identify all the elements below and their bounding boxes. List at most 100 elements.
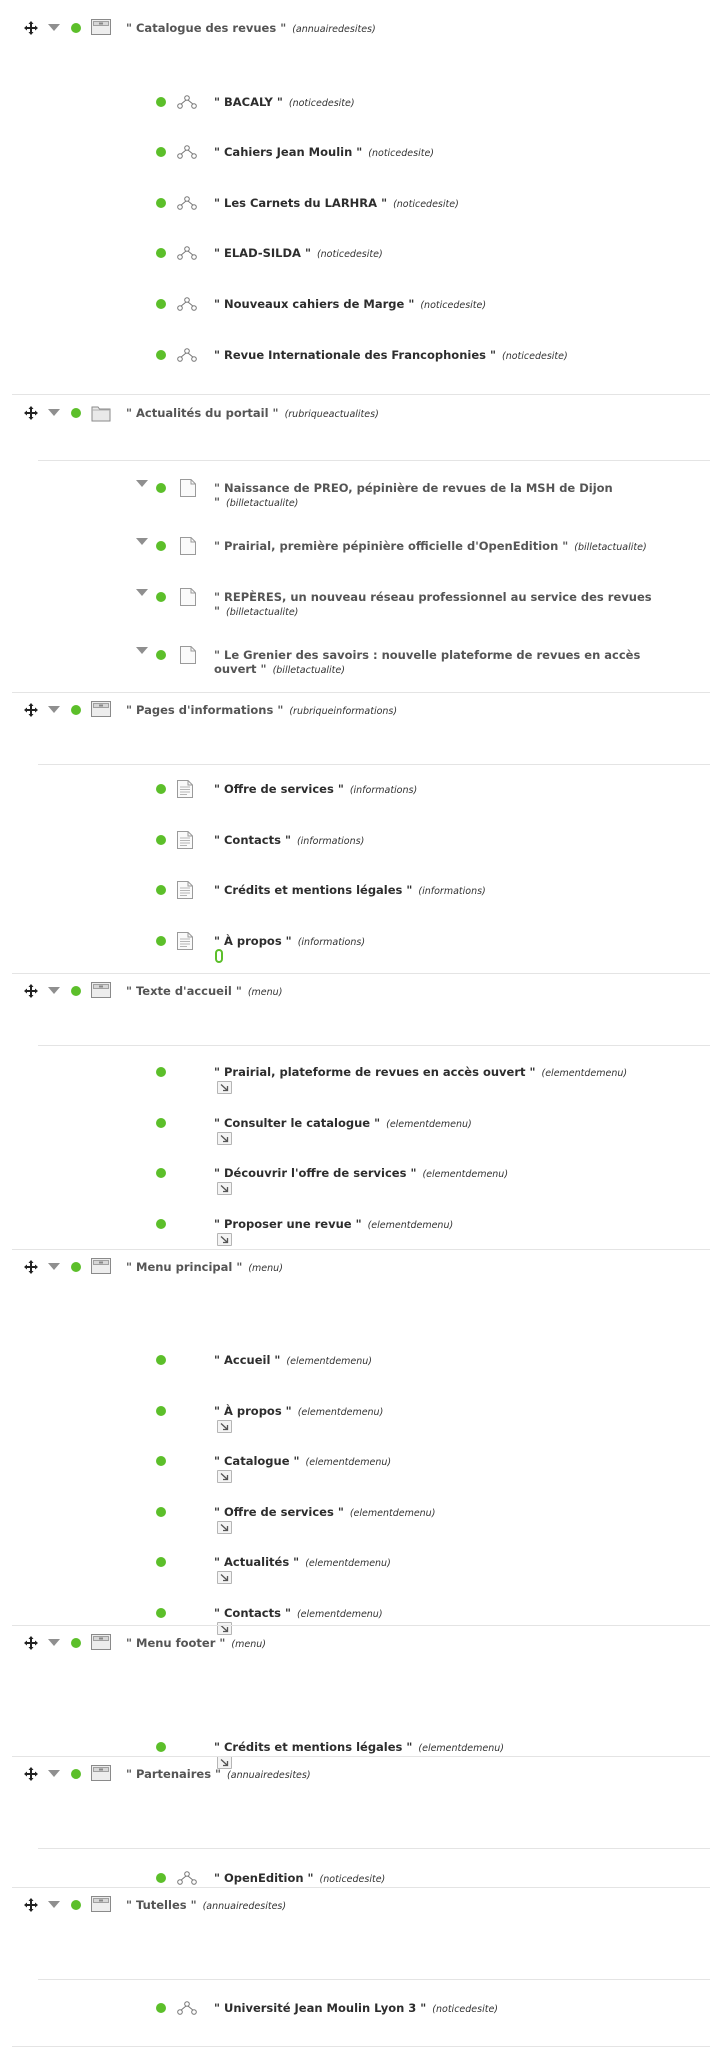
status-dot[interactable]	[156, 1507, 166, 1517]
item-title[interactable]: " À propos " (elementdemenu)	[214, 1404, 383, 1420]
external-link-icon[interactable]	[217, 1420, 232, 1433]
status-dot[interactable]	[71, 23, 81, 33]
title-text[interactable]: " Texte d'accueil "	[126, 984, 242, 998]
status-dot[interactable]	[156, 483, 166, 493]
drag-move-icon[interactable]	[24, 406, 38, 420]
status-dot[interactable]	[156, 541, 166, 551]
title-text[interactable]: " Le Grenier des savoirs : nouvelle plat…	[214, 648, 640, 662]
group-title[interactable]: " Pages d'informations " (rubriqueinforma…	[126, 703, 397, 719]
title-text[interactable]: " Contacts "	[214, 1606, 291, 1620]
title-text[interactable]: " Actualités du portail "	[126, 406, 279, 420]
status-dot[interactable]	[156, 835, 166, 845]
group-title[interactable]: " Texte d'accueil " (menu)	[126, 984, 282, 1000]
collapse-toggle[interactable]	[48, 1639, 60, 1646]
title-text[interactable]: " OpenEdition "	[214, 1871, 314, 1885]
collapse-toggle[interactable]	[48, 987, 60, 994]
title-text[interactable]: " Menu principal "	[126, 1260, 242, 1274]
status-dot[interactable]	[156, 198, 166, 208]
external-link-icon[interactable]	[217, 1470, 232, 1483]
external-link-icon[interactable]	[217, 1182, 232, 1195]
group-title[interactable]: " Tutelles " (annuairedesites)	[126, 1898, 286, 1914]
title-text[interactable]: " À propos "	[214, 1404, 292, 1418]
title-text[interactable]: " Proposer une revue "	[214, 1217, 362, 1231]
title-text[interactable]: " Catalogue des revues "	[126, 21, 286, 35]
status-dot[interactable]	[156, 1219, 166, 1229]
title-text[interactable]: " Catalogue "	[214, 1454, 300, 1468]
item-title[interactable]: " Prairial, plateforme de revues en accè…	[214, 1065, 627, 1081]
collapse-toggle[interactable]	[48, 706, 60, 713]
status-dot[interactable]	[156, 592, 166, 602]
title-text-continued[interactable]: "	[214, 495, 220, 509]
status-dot[interactable]	[71, 1769, 81, 1779]
item-title[interactable]: " Offre de services " (informations)	[214, 782, 417, 798]
item-title[interactable]: " Le Grenier des savoirs : nouvelle plat…	[214, 648, 654, 678]
title-text[interactable]: " Contacts "	[214, 833, 291, 847]
status-dot[interactable]	[71, 1262, 81, 1272]
status-dot[interactable]	[156, 248, 166, 258]
title-text[interactable]: " Crédits et mentions légales "	[214, 883, 412, 897]
status-dot[interactable]	[156, 784, 166, 794]
title-text[interactable]: " Partenaires "	[126, 1767, 221, 1781]
status-dot[interactable]	[156, 1873, 166, 1883]
status-dot[interactable]	[156, 1168, 166, 1178]
status-dot[interactable]	[156, 2003, 166, 2013]
item-title[interactable]: " Prairial, première pépinière officiell…	[214, 539, 654, 555]
title-text[interactable]: " ELAD-SILDA "	[214, 246, 311, 260]
collapse-toggle[interactable]	[136, 647, 148, 654]
attachment-clip-icon[interactable]	[215, 949, 223, 963]
external-link-icon[interactable]	[217, 1521, 232, 1534]
status-dot[interactable]	[156, 1456, 166, 1466]
item-title[interactable]: " OpenEdition " (noticedesite)	[214, 1871, 385, 1887]
title-text[interactable]: " Université Jean Moulin Lyon 3 "	[214, 2001, 426, 2015]
drag-move-icon[interactable]	[24, 703, 38, 717]
item-title[interactable]: " Actualités " (elementdemenu)	[214, 1555, 391, 1571]
item-title[interactable]: " Revue Internationale des Francophonies…	[214, 348, 568, 364]
status-dot[interactable]	[156, 147, 166, 157]
item-title[interactable]: " À propos " (informations)	[214, 934, 365, 950]
collapse-toggle[interactable]	[136, 538, 148, 545]
drag-move-icon[interactable]	[24, 1767, 38, 1781]
status-dot[interactable]	[156, 885, 166, 895]
status-dot[interactable]	[156, 936, 166, 946]
item-title[interactable]: " ELAD-SILDA " (noticedesite)	[214, 246, 383, 262]
title-text[interactable]: " Crédits et mentions légales "	[214, 1740, 412, 1754]
drag-move-icon[interactable]	[24, 984, 38, 998]
item-title[interactable]: " Naissance de PREO, pépinière de revues…	[214, 481, 654, 511]
title-text[interactable]: " Les Carnets du LARHRA "	[214, 196, 387, 210]
collapse-toggle[interactable]	[48, 1901, 60, 1908]
drag-move-icon[interactable]	[24, 21, 38, 35]
title-text-continued[interactable]: "	[214, 604, 220, 618]
status-dot[interactable]	[71, 986, 81, 996]
item-title[interactable]: " Crédits et mentions légales " (informat…	[214, 883, 486, 899]
collapse-toggle[interactable]	[48, 1263, 60, 1270]
title-text[interactable]: " Découvrir l'offre de services "	[214, 1166, 416, 1180]
title-text[interactable]: " Prairial, plateforme de revues en accè…	[214, 1065, 536, 1079]
status-dot[interactable]	[156, 1406, 166, 1416]
title-text[interactable]: " Actualités "	[214, 1555, 299, 1569]
title-text[interactable]: " À propos "	[214, 934, 292, 948]
status-dot[interactable]	[156, 299, 166, 309]
collapse-toggle[interactable]	[136, 589, 148, 596]
status-dot[interactable]	[156, 1355, 166, 1365]
item-title[interactable]: " Découvrir l'offre de services " (elemen…	[214, 1166, 508, 1182]
status-dot[interactable]	[71, 1900, 81, 1910]
item-title[interactable]: " Université Jean Moulin Lyon 3 " (notice…	[214, 2001, 498, 2017]
status-dot[interactable]	[156, 350, 166, 360]
status-dot[interactable]	[156, 1118, 166, 1128]
title-text[interactable]: " Revue Internationale des Francophonies…	[214, 348, 496, 362]
status-dot[interactable]	[156, 97, 166, 107]
external-link-icon[interactable]	[217, 1622, 232, 1635]
status-dot[interactable]	[156, 1742, 166, 1752]
collapse-toggle[interactable]	[48, 409, 60, 416]
external-link-icon[interactable]	[217, 1081, 232, 1094]
item-title[interactable]: " BACALY " (noticedesite)	[214, 95, 355, 111]
status-dot[interactable]	[156, 1557, 166, 1567]
title-text[interactable]: " Prairial, première pépinière officiell…	[214, 539, 568, 553]
title-text[interactable]: " Offre de services "	[214, 782, 344, 796]
item-title[interactable]: " Contacts " (informations)	[214, 833, 364, 849]
title-text-continued[interactable]: ouvert "	[214, 662, 267, 676]
drag-move-icon[interactable]	[24, 1636, 38, 1650]
title-text[interactable]: " Naissance de PREO, pépinière de revues…	[214, 481, 613, 495]
title-text[interactable]: " Pages d'informations "	[126, 703, 283, 717]
status-dot[interactable]	[71, 705, 81, 715]
